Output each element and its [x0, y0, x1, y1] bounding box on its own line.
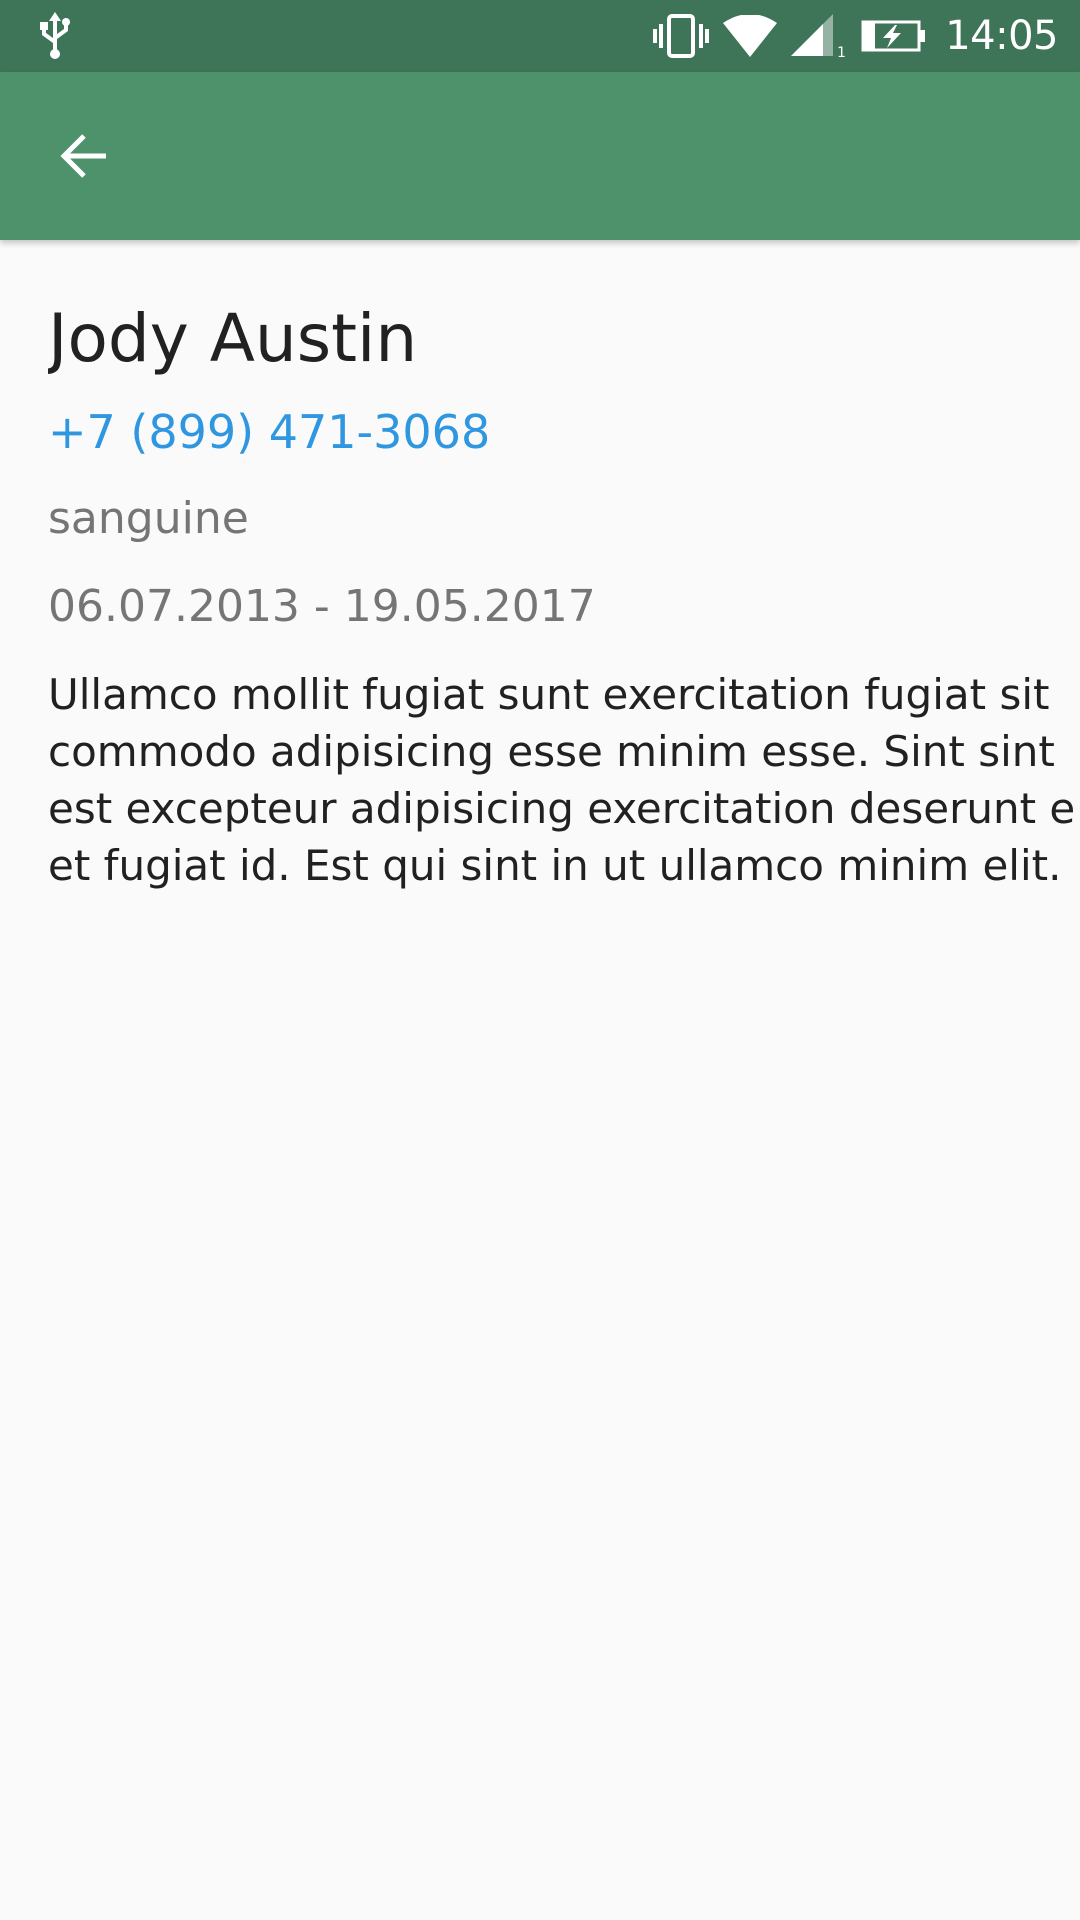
biography-line: et fugiat id. Est qui sint in ut ullamco…	[48, 841, 1062, 890]
contact-details: Jody Austin +7 (899) 471-3068 sanguine 0…	[48, 240, 1080, 894]
temperament-text: sanguine	[48, 493, 249, 544]
status-time: 14:05	[945, 13, 1058, 59]
wifi-icon	[723, 15, 778, 57]
usb-icon	[40, 12, 70, 59]
biography-text: Ullamco mollit fugiat sunt exercitation …	[48, 666, 1080, 894]
battery-charging-icon	[861, 20, 926, 52]
status-bar: 1 14:05	[0, 0, 1080, 72]
back-button[interactable]	[36, 108, 132, 204]
arrow-back-icon	[60, 134, 106, 178]
biography-line: est excepteur adipisicing exercitation d…	[48, 784, 1076, 833]
signal-icon: 1	[791, 14, 846, 58]
contact-name: Jody Austin	[48, 300, 418, 377]
biography-line: commodo adipisicing esse minim esse. Sin…	[48, 727, 1055, 776]
app-bar	[0, 72, 1080, 240]
biography-line: Ullamco mollit fugiat sunt exercitation …	[48, 670, 1050, 719]
sim-label: 1	[837, 45, 846, 58]
status-icons: 1 14:05	[653, 0, 1058, 72]
phone-link[interactable]: +7 (899) 471-3068	[48, 402, 1080, 462]
education-period: 06.07.2013 - 19.05.2017	[48, 581, 596, 632]
vibrate-icon	[653, 14, 710, 58]
